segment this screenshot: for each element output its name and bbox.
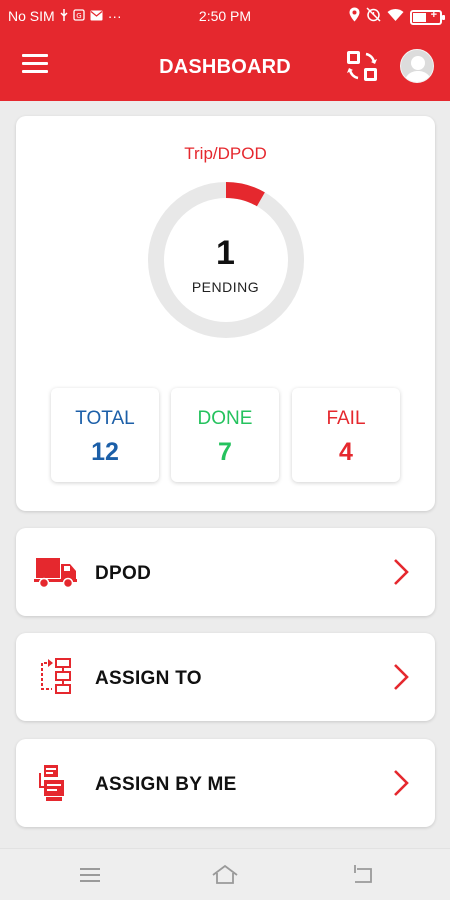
status-right: + [349, 7, 445, 27]
trip-dpod-label: Trip/DPOD [184, 144, 267, 163]
battery-icon: + [410, 9, 445, 25]
back-icon[interactable] [349, 862, 377, 888]
total-stat-box[interactable]: TOTAL 12 [51, 388, 159, 482]
fail-value: 4 [339, 438, 353, 466]
pending-count: 1 [216, 234, 235, 272]
done-value: 7 [218, 438, 232, 466]
recent-apps-icon[interactable] [76, 862, 104, 888]
menu-label: ASSIGN BY ME [95, 774, 237, 795]
done-label: DONE [197, 408, 253, 429]
location-icon [349, 7, 360, 27]
assign-to-icon [41, 658, 71, 694]
app-bar: DASHBOARD [0, 33, 450, 101]
alarm-off-icon [366, 7, 381, 27]
trip-summary-card: Trip/DPOD 1 PENDING TOTAL 12 DONE 7 FAIL… [16, 116, 435, 511]
wifi-icon [387, 8, 404, 27]
delivery-truck-icon [34, 558, 77, 589]
status-bar: No SIM G ··· 2:50 PM + [0, 0, 450, 33]
app-screen: No SIM G ··· 2:50 PM + DASHBOARD Trip/DP… [0, 0, 450, 900]
pending-label: PENDING [191, 279, 260, 295]
menu-item-dpod[interactable]: DPOD [16, 528, 435, 616]
fail-stat-box[interactable]: FAIL 4 [292, 388, 400, 482]
assign-by-me-icon [39, 765, 64, 801]
menu-label: ASSIGN TO [95, 668, 202, 689]
system-nav-bar [0, 848, 450, 900]
fail-label: FAIL [326, 408, 366, 429]
menu-label: DPOD [95, 563, 152, 584]
done-stat-box[interactable]: DONE 7 [171, 388, 279, 482]
page-title: DASHBOARD [159, 56, 291, 78]
user-avatar-icon[interactable] [400, 49, 434, 83]
switch-account-icon[interactable] [344, 48, 380, 84]
total-label: TOTAL [75, 408, 135, 429]
menu-item-assign-by-me[interactable]: ASSIGN BY ME [16, 739, 435, 827]
home-icon[interactable] [211, 862, 239, 888]
header: No SIM G ··· 2:50 PM + DASHBOARD [0, 0, 450, 101]
total-value: 12 [91, 438, 119, 466]
chevron-right-icon [394, 559, 409, 585]
menu-item-assign-to[interactable]: ASSIGN TO [16, 633, 435, 721]
chevron-right-icon [394, 664, 409, 690]
chevron-right-icon [394, 770, 409, 796]
